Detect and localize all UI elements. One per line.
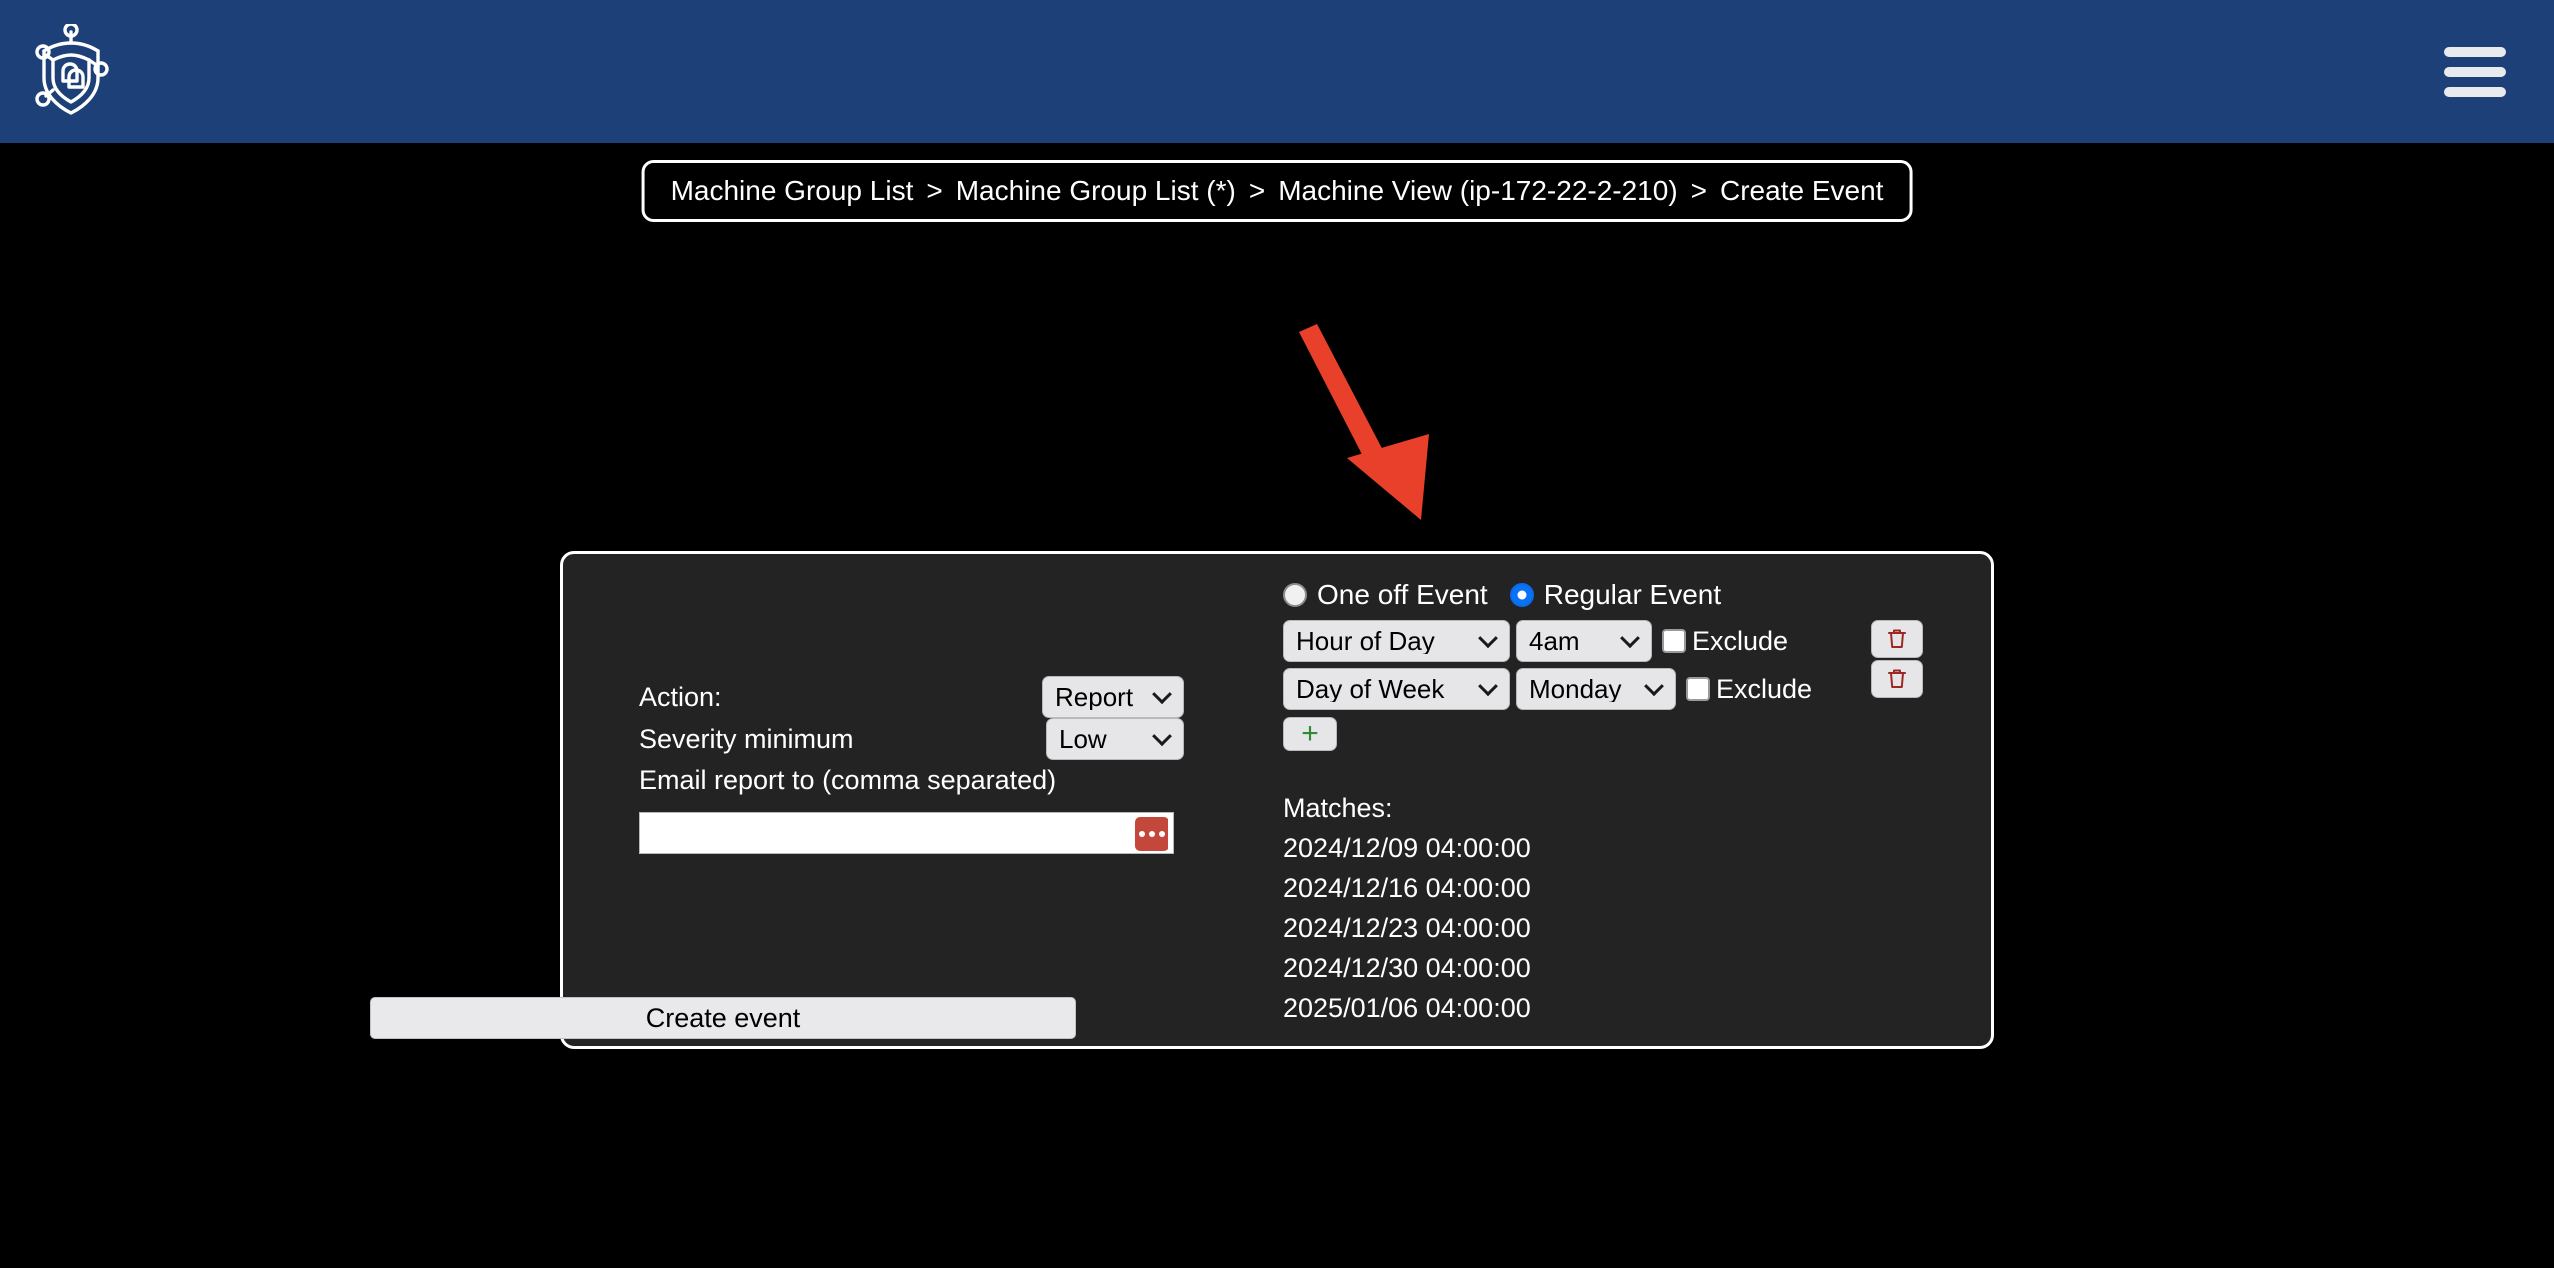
hamburger-menu-icon[interactable] [2444, 46, 2506, 97]
email-input-wrapper [639, 812, 1174, 854]
exclude-checkbox-1[interactable]: Exclude [1662, 626, 1788, 657]
rule-type-select-wrap: Hour of Day [1283, 620, 1510, 662]
rule-value-select-wrap: 4am [1516, 620, 1652, 662]
delete-rule-button-1[interactable] [1871, 620, 1923, 658]
rule-value-select-1[interactable]: 4am [1516, 620, 1652, 662]
create-event-panel: Action: Report Severity minimum Low Emai… [560, 551, 1994, 1049]
action-select-wrap: Report [1042, 676, 1184, 718]
match-item: 2024/12/16 04:00:00 [1283, 873, 1531, 903]
event-action-form: Action: Report Severity minimum Low Emai… [639, 676, 1184, 854]
rule-value-select-wrap: Monday [1516, 668, 1676, 710]
breadcrumb-separator: > [1248, 175, 1266, 206]
checkbox-square [1686, 677, 1710, 701]
severity-select[interactable]: Low [1046, 718, 1184, 760]
match-item: 2025/01/06 04:00:00 [1283, 993, 1531, 1023]
schedule-rule-row: Day of Week Monday Exclude [1283, 668, 1973, 710]
breadcrumb-separator: > [1690, 175, 1708, 206]
email-input[interactable] [640, 813, 1173, 853]
radio-regular-event[interactable]: Regular Event [1509, 579, 1722, 611]
trash-icon [1888, 669, 1906, 688]
action-label: Action: [639, 681, 722, 712]
breadcrumb: Machine Group List > Machine Group List … [641, 160, 1913, 222]
breadcrumb-item-create-event[interactable]: Create Event [1720, 175, 1883, 207]
rule-type-select-2[interactable]: Day of Week [1283, 668, 1510, 710]
create-event-button[interactable]: Create event [370, 997, 1076, 1039]
radio-one-off-label: One off Event [1317, 579, 1488, 610]
event-schedule-form: One off Event Regular Event Hour of Day … [1283, 576, 1973, 1024]
exclude-label-1: Exclude [1692, 625, 1789, 656]
trash-icon [1888, 629, 1906, 648]
radio-regular-label: Regular Event [1543, 579, 1722, 610]
hamburger-bar [2444, 46, 2506, 57]
severity-field-row: Severity minimum Low [639, 718, 1184, 760]
hamburger-bar [2444, 86, 2506, 97]
matches-title: Matches: [1283, 793, 1393, 823]
shield-network-logo-icon [35, 23, 109, 115]
email-report-label: Email report to (comma separated) [639, 765, 1057, 795]
radio-circle-unselected [1283, 583, 1307, 607]
red-arrow-down-right-icon [1299, 324, 1429, 520]
dot [1159, 831, 1165, 837]
app-header [0, 0, 2554, 143]
red-arrow-annotation [1295, 300, 1455, 520]
hamburger-bar [2444, 66, 2506, 77]
breadcrumb-item-machine-group-list-all[interactable]: Machine Group List (*) [956, 175, 1236, 207]
radio-circle-selected [1509, 583, 1534, 607]
radio-one-off-event[interactable]: One off Event [1283, 579, 1488, 611]
checkbox-square [1662, 629, 1686, 653]
text-caret [1168, 819, 1171, 849]
match-item: 2024/12/23 04:00:00 [1283, 913, 1531, 943]
action-field-row: Action: Report [639, 676, 1184, 718]
action-select[interactable]: Report [1042, 676, 1184, 718]
dot [1139, 831, 1145, 837]
breadcrumb-separator: > [926, 175, 943, 206]
email-ellipsis-icon[interactable] [1135, 817, 1169, 851]
add-rule-button[interactable]: + [1283, 717, 1337, 751]
match-item: 2024/12/30 04:00:00 [1283, 953, 1531, 983]
breadcrumb-item-machine-group-list[interactable]: Machine Group List [671, 175, 914, 207]
rule-value-select-2[interactable]: Monday [1516, 668, 1676, 710]
schedule-rule-row: Hour of Day 4am Exclude [1283, 620, 1973, 662]
exclude-label-2: Exclude [1716, 673, 1813, 704]
severity-select-wrap: Low [1046, 718, 1184, 760]
match-item: 2024/12/09 04:00:00 [1283, 833, 1531, 863]
rule-type-select-1[interactable]: Hour of Day [1283, 620, 1510, 662]
exclude-checkbox-2[interactable]: Exclude [1686, 674, 1812, 705]
breadcrumb-item-machine-view[interactable]: Machine View (ip-172-22-2-210) [1278, 175, 1677, 207]
dot [1149, 831, 1155, 837]
severity-label: Severity minimum [639, 723, 854, 754]
rule-type-select-wrap: Day of Week [1283, 668, 1510, 710]
event-type-radio-group: One off Event Regular Event [1283, 576, 1973, 614]
app-logo[interactable] [30, 22, 112, 122]
delete-rule-button-2[interactable] [1871, 660, 1923, 698]
